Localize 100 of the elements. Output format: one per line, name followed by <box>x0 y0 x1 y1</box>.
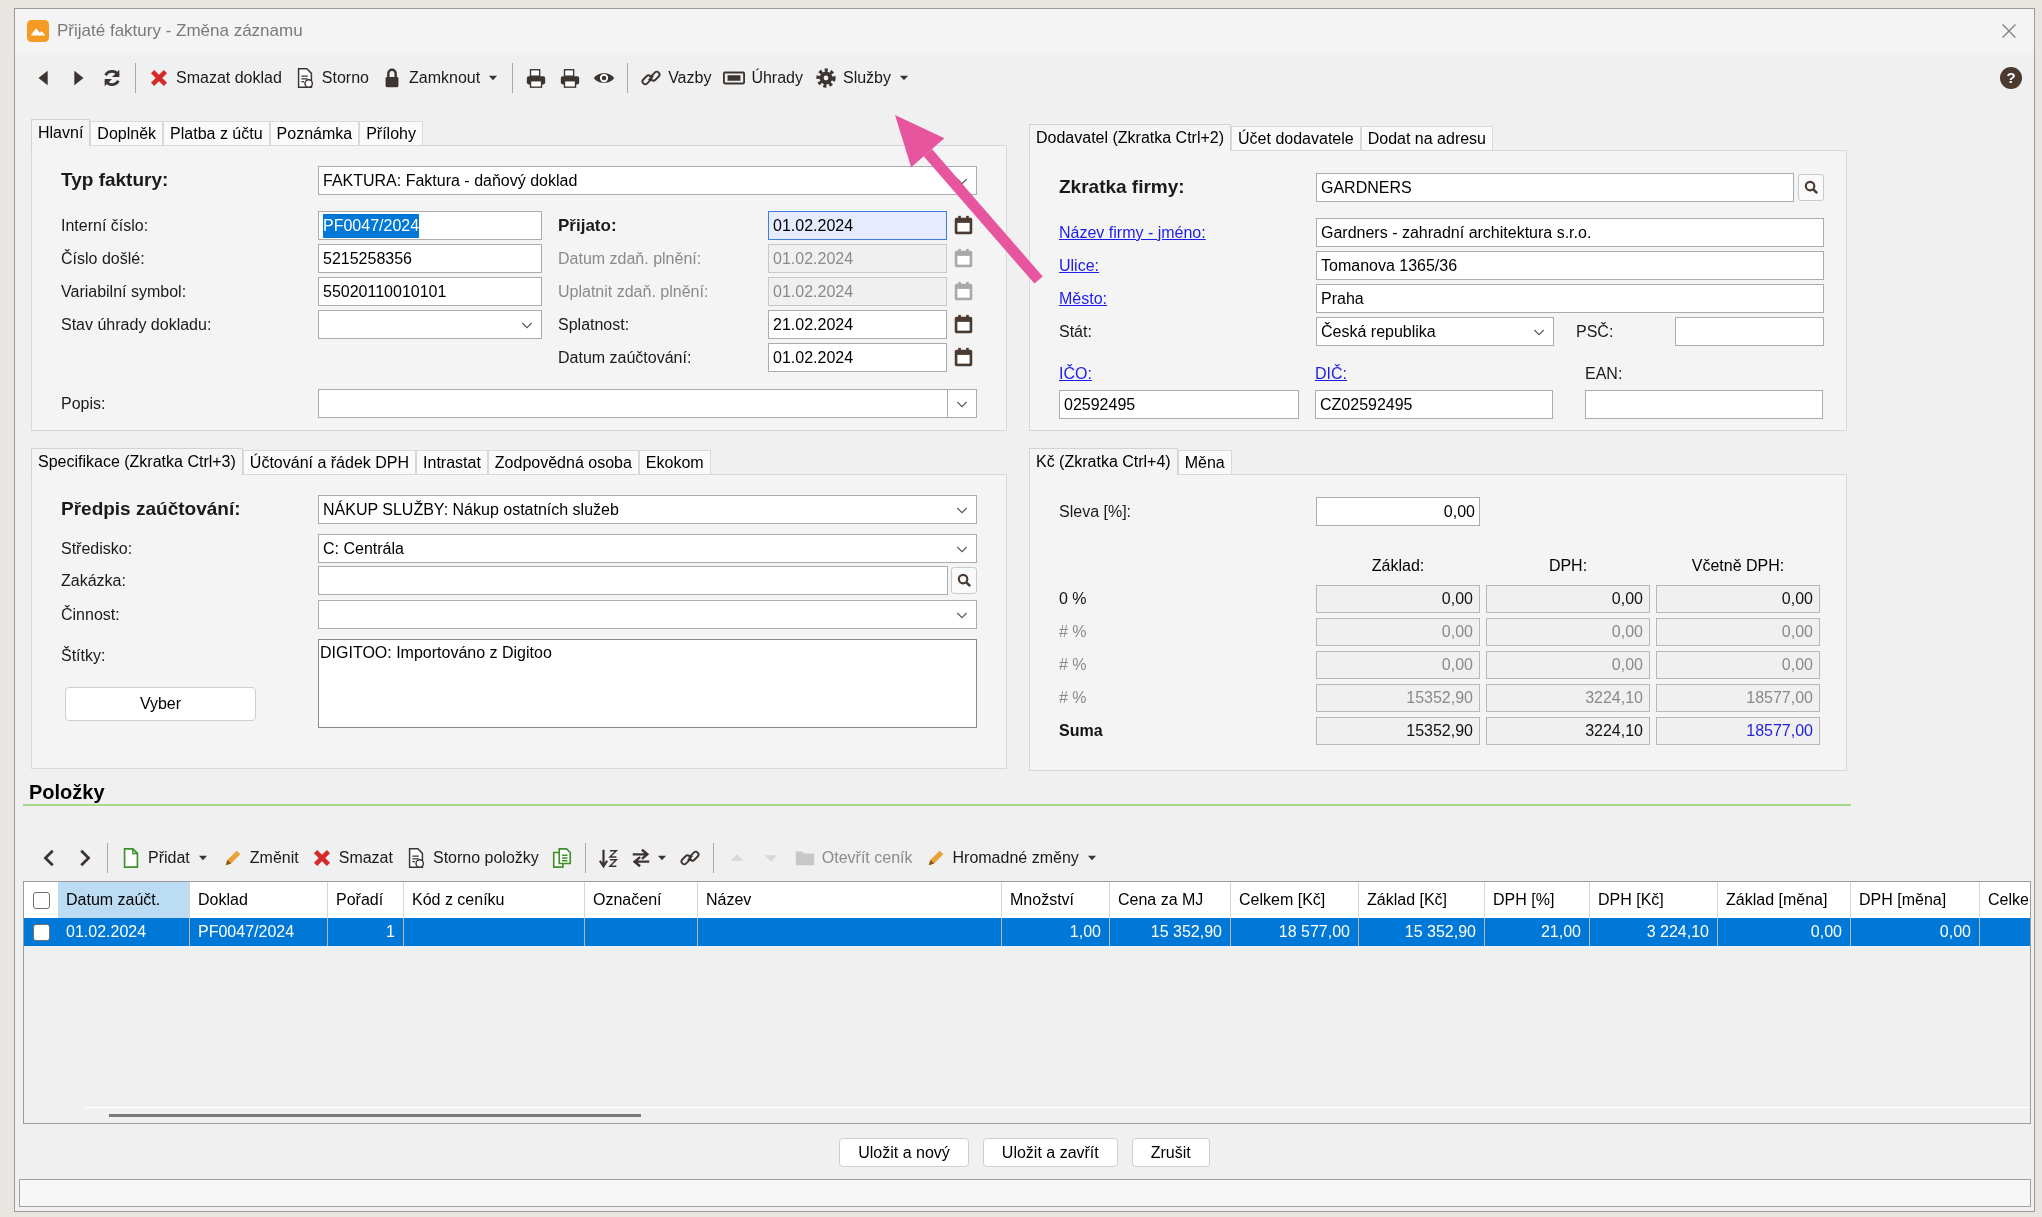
field-label: Přijato: <box>558 214 618 237</box>
input-field[interactable]: 5215258356 <box>318 244 542 273</box>
tab[interactable]: Přílohy <box>359 121 423 145</box>
toolbar-button[interactable]: Storno <box>287 63 375 93</box>
dialog-button[interactable]: Zrušit <box>1131 1138 1210 1167</box>
input-field[interactable]: 55020110010101 <box>318 277 542 306</box>
search-button[interactable] <box>951 567 977 594</box>
value-cell: 18577,00 <box>1656 684 1820 712</box>
toolbar-button[interactable]: Smazat doklad <box>142 63 288 93</box>
field-link[interactable]: Ulice: <box>1059 253 1099 278</box>
input-field[interactable]: 01.02.2024 <box>768 343 947 372</box>
dropdown-field[interactable]: C: Centrála <box>318 534 977 563</box>
field-label: Datum zaúčtování: <box>558 347 693 368</box>
input-field[interactable]: CZ02592495 <box>1315 390 1553 419</box>
input-field[interactable] <box>318 389 948 418</box>
checkbox[interactable] <box>32 923 50 941</box>
calendar-icon[interactable] <box>953 314 974 335</box>
calendar-icon[interactable] <box>953 215 974 236</box>
input-field[interactable] <box>1675 317 1824 346</box>
tab[interactable]: Zodpovědná osoba <box>487 450 639 474</box>
input-field[interactable]: Praha <box>1316 284 1824 313</box>
value-cell: 3224,10 <box>1486 717 1650 745</box>
field-label: Zakázka: <box>61 570 127 591</box>
field-link[interactable]: Město: <box>1059 286 1107 311</box>
tab[interactable]: Ekokom <box>638 450 711 474</box>
toolbar-button[interactable]: Změnit <box>215 843 305 873</box>
table-cell: 21,00 <box>1485 918 1590 946</box>
field-link[interactable]: DIČ: <box>1315 362 1347 386</box>
value-cell: 15352,90 <box>1316 717 1480 745</box>
tab[interactable]: Dodavatel (Zkratka Ctrl+2) <box>1029 124 1232 151</box>
tab[interactable]: Účet dodavatele <box>1231 126 1361 150</box>
column-header[interactable]: Datum zaúčt. <box>58 882 190 918</box>
search-button[interactable] <box>1798 174 1824 201</box>
toolbar-button[interactable]: Zamknout <box>375 63 507 93</box>
select-button[interactable]: Vyber <box>65 687 256 721</box>
table-row[interactable]: 01.02.2024 PF0047/2024 1 1,00 15 352,90 18 577,00 15 352,90 21,00 3 224,10 0,00 0,00 <box>24 918 2030 946</box>
table-cell: 15 352,90 <box>1110 918 1231 946</box>
dialog-button[interactable]: Uložit a zavřít <box>982 1138 1118 1167</box>
copy-icon[interactable] <box>550 847 573 869</box>
table-cell: PF0047/2024 <box>190 918 328 946</box>
dropdown-field[interactable]: Česká republika <box>1316 317 1554 346</box>
field-label: Zkratka firmy: <box>1059 175 1186 200</box>
row-label: # % <box>1059 655 1087 675</box>
tab[interactable]: Platba z účtu <box>163 121 270 145</box>
search-icon <box>955 572 973 589</box>
dropdown-field[interactable]: FAKTURA: Faktura - daňový doklad <box>318 166 977 195</box>
row-label: 0 % <box>1059 589 1087 609</box>
tab[interactable]: Účtování a řádek DPH <box>242 450 417 474</box>
app-icon <box>27 20 49 42</box>
input-field[interactable]: Tomanova 1365/36 <box>1316 251 1824 280</box>
table-cell: 15 352,90 <box>1359 918 1485 946</box>
toolbar-button[interactable]: Vazby <box>634 63 718 93</box>
text-area[interactable]: DIGITOO: Importováno z Digitoo <box>318 639 977 728</box>
input-field[interactable]: 21.02.2024 <box>768 310 947 339</box>
sort-icon[interactable] <box>597 847 620 869</box>
input-field[interactable]: 02592495 <box>1059 390 1299 419</box>
dropdown-field[interactable]: NÁKUP SLUŽBY: Nákup ostatních služeb <box>318 495 977 524</box>
input-field[interactable] <box>1585 390 1823 419</box>
field-label: Štítky: <box>61 645 106 666</box>
dropdown-field[interactable] <box>318 600 977 629</box>
input-field[interactable] <box>318 566 948 595</box>
toolbar-button[interactable]: Smazat <box>304 843 399 873</box>
toolbar-button[interactable]: Storno položky <box>398 843 545 873</box>
value-cell: 15352,90 <box>1316 684 1480 712</box>
printer-icon[interactable] <box>525 67 548 89</box>
toolbar-button[interactable]: Úhrady <box>717 63 809 93</box>
tab[interactable]: Intrastat <box>416 450 488 474</box>
input-field[interactable]: 01.02.2024 <box>768 211 947 240</box>
value-cell: 0,00 <box>1316 618 1480 646</box>
toolbar-button[interactable]: Přidat <box>114 843 216 873</box>
input-field[interactable]: GARDNERS <box>1316 173 1794 202</box>
help-button[interactable]: ? <box>2000 67 2022 89</box>
refresh-icon[interactable] <box>101 67 123 89</box>
dialog-button[interactable]: Uložit a nový <box>839 1138 969 1167</box>
field-link[interactable]: IČO: <box>1059 362 1092 386</box>
value-cell: 0,00 <box>1486 618 1650 646</box>
input-field[interactable]: PF0047/2024 <box>318 211 542 240</box>
dropdown-field[interactable] <box>318 310 542 339</box>
toolbar-button[interactable]: Služby <box>809 63 917 93</box>
column-header: Včetně DPH: <box>1691 556 1785 576</box>
toolbar-button[interactable]: Hromadné změny <box>918 843 1105 873</box>
tab[interactable]: Dodat na adresu <box>1360 126 1493 150</box>
tab[interactable]: Měna <box>1177 450 1232 474</box>
checkbox[interactable] <box>32 891 50 909</box>
value-cell: 0,00 <box>1486 651 1650 679</box>
input-field[interactable]: Gardners - zahradní architektura s.r.o. <box>1316 218 1824 247</box>
scrollbar-thumb[interactable] <box>109 1114 641 1117</box>
value-cell: 0,00 <box>1316 651 1480 679</box>
printer-icon[interactable] <box>559 67 582 89</box>
field-label: Předpis zaúčtování: <box>61 497 242 522</box>
column-header: Základ: <box>1371 556 1425 576</box>
calendar-icon[interactable] <box>953 347 974 368</box>
tab[interactable]: Hlavní <box>31 119 91 146</box>
tab[interactable]: Specifikace (Zkratka Ctrl+3) <box>31 448 243 475</box>
tab[interactable]: Poznámka <box>269 121 360 145</box>
field-link[interactable]: Název firmy - jméno: <box>1059 220 1206 245</box>
tab[interactable]: Doplněk <box>90 121 164 145</box>
input-field[interactable]: 0,00 <box>1316 497 1480 526</box>
tab[interactable]: Kč (Zkratka Ctrl+4) <box>1029 448 1178 475</box>
value-cell: 0,00 <box>1316 585 1480 613</box>
